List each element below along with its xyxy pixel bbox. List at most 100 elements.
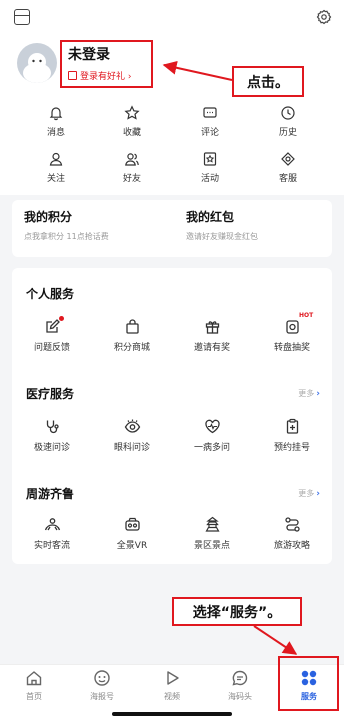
poster-icon — [94, 670, 110, 686]
nav-label: 视频 — [164, 692, 180, 701]
top-bar — [0, 0, 344, 34]
person-icon — [49, 152, 63, 166]
service-label: 景区景点 — [193, 541, 230, 551]
service-invite-rewards[interactable]: 邀请有奖 — [174, 318, 250, 358]
gear-icon[interactable] — [316, 9, 332, 25]
service-realtime-crowd[interactable]: 实时客流 — [14, 516, 90, 556]
rewards-card: 我的积分 点我拿积分 11点抢话费 我的红包 邀请好友赚现金红包 — [12, 200, 332, 257]
nav-label: 海报号 — [90, 692, 114, 701]
service-points-mall[interactable]: 积分商城 — [94, 318, 170, 358]
service-lucky-wheel[interactable]: HOT 转盘抽奖 — [254, 312, 330, 358]
quick-links: 消息 收藏 评论 历史 关注 好友 活动 客服 — [0, 101, 344, 195]
my-points[interactable]: 我的积分 点我拿积分 11点抢话费 — [24, 208, 109, 242]
chevron-right-icon: › — [316, 388, 320, 399]
quick-link-messages[interactable]: 消息 — [26, 105, 86, 145]
route-icon — [284, 517, 300, 532]
service-appointment[interactable]: 预约挂号 — [254, 418, 330, 458]
service-label: 邀请有奖 — [193, 343, 230, 353]
service-label: 问题反馈 — [33, 343, 70, 353]
nav-poster[interactable]: 海报号 — [72, 669, 132, 713]
chat-icon — [232, 670, 248, 686]
points-title: 我的积分 — [24, 210, 73, 224]
menu-icon[interactable] — [14, 9, 30, 25]
service-label: 一病多问 — [193, 443, 230, 453]
avatar[interactable] — [17, 43, 57, 83]
service-quick-consult[interactable]: 极速问诊 — [14, 418, 90, 458]
service-eye-consult[interactable]: 眼科问诊 — [94, 418, 170, 458]
services-highlight-box — [278, 656, 339, 711]
my-red-packet[interactable]: 我的红包 邀请好友赚现金红包 — [186, 208, 258, 242]
service-feedback[interactable]: 问题反馈 — [14, 316, 90, 358]
service-label: 极速问诊 — [33, 443, 70, 453]
red-packet-title: 我的红包 — [186, 210, 235, 224]
bell-icon — [49, 107, 63, 121]
quick-link-friends[interactable]: 好友 — [102, 151, 162, 191]
service-multi-question[interactable]: 一病多问 — [174, 418, 250, 458]
quick-link-history[interactable]: 历史 — [258, 105, 318, 145]
activity-icon — [203, 152, 217, 166]
stethoscope-icon — [46, 420, 59, 434]
service-label: 积分商城 — [113, 343, 150, 353]
quick-link-label: 好友 — [122, 174, 141, 184]
quick-link-comments[interactable]: 评论 — [180, 105, 240, 145]
arrow-to-login — [162, 60, 233, 81]
quick-link-label: 活动 — [200, 174, 219, 184]
quick-link-label: 收藏 — [122, 128, 141, 138]
nav-wharf[interactable]: 海码头 — [210, 669, 270, 713]
friends-icon — [125, 153, 139, 166]
more-label: 更多 — [298, 389, 315, 398]
quick-link-support[interactable]: 客服 — [258, 151, 318, 191]
quick-link-follow[interactable]: 关注 — [26, 151, 86, 191]
nav-home[interactable]: 首页 — [4, 669, 64, 713]
support-icon — [281, 152, 295, 166]
section-title-travel: 周游齐鲁 — [26, 487, 75, 501]
bag-icon — [125, 319, 139, 334]
quick-link-label: 关注 — [46, 174, 65, 184]
login-title: 未登录 — [68, 47, 110, 63]
medical-more-link[interactable]: 更多 › — [298, 388, 320, 399]
chevron-right-icon: › — [316, 488, 320, 499]
quick-link-label: 历史 — [278, 128, 297, 138]
star-icon — [124, 105, 140, 120]
hot-badge: HOT — [299, 312, 314, 319]
login-subtitle: 登录有好礼 › — [80, 72, 132, 82]
nav-label: 海码头 — [228, 692, 252, 701]
home-icon — [26, 671, 42, 686]
points-subtitle: 点我拿积分 11点抢话费 — [24, 232, 109, 241]
clipboard-icon — [286, 418, 298, 434]
service-panorama-vr[interactable]: 全景VR — [94, 516, 170, 556]
login-button[interactable]: 未登录 登录有好礼 › — [60, 40, 153, 88]
quick-link-favorites[interactable]: 收藏 — [102, 105, 162, 145]
crowd-icon — [44, 518, 60, 531]
travel-more-link[interactable]: 更多 › — [298, 488, 320, 499]
wheel-icon — [285, 320, 299, 334]
nav-label: 首页 — [26, 692, 42, 701]
quick-link-label: 评论 — [200, 128, 219, 138]
comment-icon — [203, 107, 217, 118]
quick-link-label: 客服 — [278, 174, 297, 184]
nav-video[interactable]: 视频 — [142, 669, 202, 713]
play-icon — [167, 671, 179, 685]
notification-dot — [59, 316, 64, 321]
red-packet-subtitle: 邀请好友赚现金红包 — [186, 232, 258, 241]
login-gift-link[interactable]: 登录有好礼 › — [68, 69, 151, 82]
service-label: 预约挂号 — [273, 443, 310, 453]
service-travel-guide[interactable]: 旅游攻略 — [254, 516, 330, 556]
heart-icon — [204, 419, 220, 434]
home-indicator — [112, 712, 232, 716]
services-card: 个人服务 问题反馈 积分商城 邀请有奖 HOT 转盘抽奖 医疗服务 更多 › 极速… — [12, 268, 332, 564]
service-label: 全景VR — [116, 541, 148, 551]
gift-icon — [68, 71, 77, 80]
service-label: 眼科问诊 — [113, 443, 150, 453]
vr-icon — [124, 517, 140, 531]
pagoda-icon — [204, 516, 220, 532]
quick-link-activity[interactable]: 活动 — [180, 151, 240, 191]
section-title-medical: 医疗服务 — [26, 387, 75, 401]
service-label: 旅游攻略 — [273, 541, 310, 551]
service-label: 实时客流 — [33, 541, 70, 551]
service-scenic-spots[interactable]: 景区景点 — [174, 516, 250, 556]
service-label: 转盘抽奖 — [273, 343, 310, 353]
clock-icon — [281, 106, 295, 120]
eye-icon — [124, 419, 140, 433]
quick-link-label: 消息 — [46, 128, 65, 138]
